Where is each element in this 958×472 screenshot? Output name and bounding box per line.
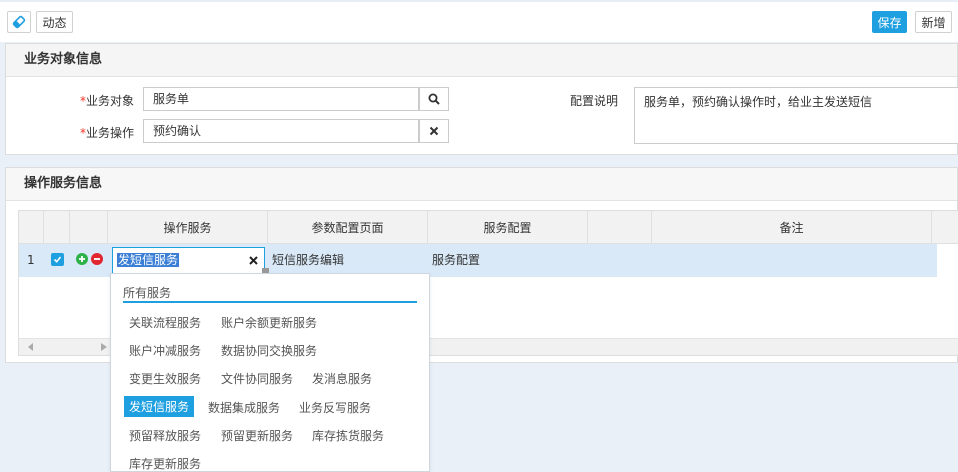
service-combo-input[interactable]: 发短信服务 [112,247,265,274]
operation-service-title: 操作服务信息 [6,168,957,201]
header-param-page: 参数配置页面 [268,211,428,244]
add-button[interactable]: 新增 [915,11,952,33]
header-actions [70,211,108,244]
dropdown-item[interactable]: 库存拣货服务 [312,427,384,444]
add-row-icon[interactable] [76,253,88,265]
scroll-left-icon[interactable] [28,343,34,351]
dropdown-item[interactable]: 数据协同交换服务 [221,342,317,359]
dropdown-item[interactable]: 关联流程服务 [129,314,201,331]
business-object-panel: 业务对象信息 *业务对象 服务单 *业务操作 预约确认 配置说明 服务单，预约确… [5,43,958,155]
dropdown-item-selected[interactable]: 发短信服务 [124,396,195,417]
row-checkbox[interactable] [51,253,64,266]
search-button[interactable] [419,87,449,111]
header-filler [932,211,958,244]
dropdown-item[interactable]: 文件协同服务 [221,370,293,387]
save-button[interactable]: 保存 [872,11,907,33]
header-check [44,211,70,244]
remove-row-icon[interactable] [91,253,103,265]
service-dropdown[interactable]: 所有服务 关联流程服务 账户余额更新服务 账户冲减服务 数据协同交换服务 变更生… [110,273,430,472]
dropdown-item[interactable]: 预留更新服务 [221,427,293,444]
clear-icon[interactable] [249,256,258,265]
business-object-title: 业务对象信息 [6,44,957,77]
row-index: 1 [27,253,35,267]
config-label: 配置说明 [569,94,618,108]
business-operation-input[interactable]: 预约确认 [143,119,419,143]
dropdown-item[interactable]: 账户冲减服务 [129,342,201,359]
header-index [19,211,44,244]
eraser-icon [12,15,26,29]
header-operation-service: 操作服务 [108,211,268,244]
dropdown-item[interactable]: 发消息服务 [312,370,372,387]
minus-icon [94,258,100,260]
dropdown-item[interactable]: 业务反写服务 [299,399,371,416]
eraser-button[interactable] [7,11,31,33]
header-service-config: 服务配置 [428,211,588,244]
toolbar: 动态 保存 新增 [0,0,958,42]
check-icon [53,256,62,263]
header-remark: 备注 [652,211,932,244]
service-combo-value: 发短信服务 [117,253,180,267]
plus-icon [79,256,85,262]
dropdown-item[interactable]: 数据集成服务 [208,399,280,416]
search-icon [428,93,440,105]
dropdown-item[interactable]: 变更生效服务 [129,370,201,387]
dynamic-button[interactable]: 动态 [36,11,73,33]
business-object-input[interactable]: 服务单 [143,87,419,111]
scroll-right-icon[interactable] [101,343,107,351]
dropdown-item[interactable]: 预留释放服务 [129,427,201,444]
object-label: *业务对象 [79,94,134,108]
dropdown-item[interactable]: 账户余额更新服务 [221,314,317,331]
close-icon [429,126,439,136]
clear-button[interactable] [419,119,449,143]
operation-label: *业务操作 [79,126,134,140]
config-description-textarea[interactable]: 服务单，预约确认操作时，给业主发送短信 [634,87,958,144]
service-config-cell[interactable]: 服务配置 [432,244,480,277]
dropdown-item[interactable]: 库存更新服务 [129,455,201,472]
header-blank [588,211,652,244]
dropdown-tab-all-services[interactable]: 所有服务 [123,284,417,303]
